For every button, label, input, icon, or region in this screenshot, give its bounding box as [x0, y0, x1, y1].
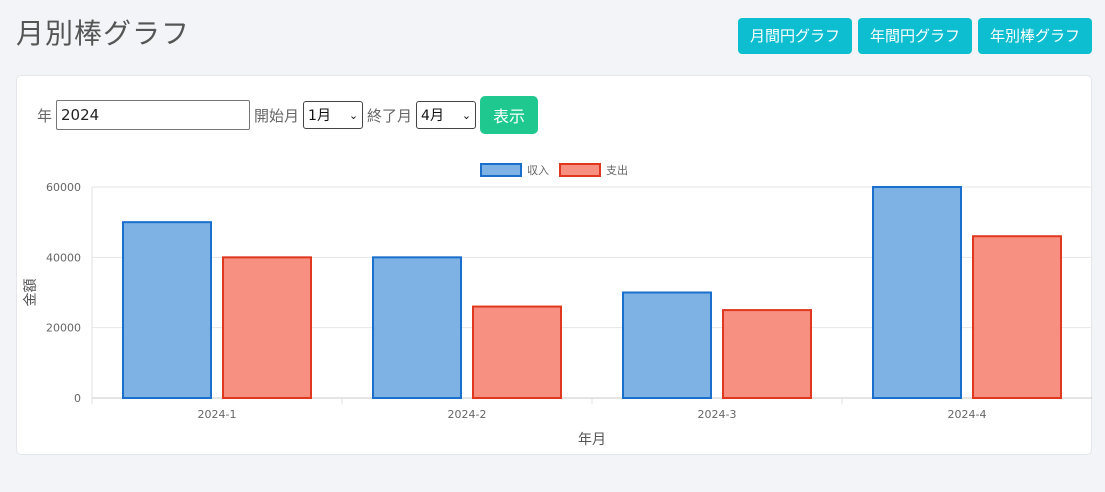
income-bar: [372, 256, 462, 399]
y-axis-title: 金額: [23, 279, 39, 307]
income-bar: [872, 186, 962, 399]
expense-bar: [972, 235, 1062, 399]
y-tick-label: 20000: [46, 322, 81, 335]
x-tick-label: 2024-4: [948, 408, 987, 421]
x-tick-label: 2024-2: [448, 408, 487, 421]
x-axis-title: 年月: [578, 432, 606, 448]
bar-chart: 0 20000 40000 60000 2024-1 2024-2 2024-3 2024-4…: [23, 163, 1092, 448]
x-tick-label: 2024-1: [198, 408, 237, 421]
expense-bar: [222, 256, 312, 399]
y-tick-label: 60000: [46, 181, 81, 194]
legend-expense-swatch: [559, 163, 601, 177]
income-bar: [622, 291, 712, 399]
y-tick-label: 0: [74, 392, 81, 405]
y-tick-label: 40000: [46, 251, 81, 264]
legend-expense-text: 支出: [606, 163, 628, 177]
legend-income-swatch: [480, 163, 522, 177]
yearly-bar-chart-button[interactable]: 年別棒グラフ: [977, 18, 1092, 54]
chart-card: 年 開始月 1月 ⌄ 終了月 4月 ⌄ 表示 02000040000600002…: [16, 75, 1092, 455]
nav-buttons: 月間円グラフ 年間円グラフ 年別棒グラフ: [737, 18, 1092, 54]
monthly-pie-chart-button[interactable]: 月間円グラフ: [737, 18, 852, 54]
income-bar: [122, 221, 212, 399]
header: 月別棒グラフ 月間円グラフ 年間円グラフ 年別棒グラフ: [0, 0, 1105, 66]
x-tick-label: 2024-3: [698, 408, 737, 421]
yearly-pie-chart-button[interactable]: 年間円グラフ: [857, 18, 972, 54]
page-title: 月別棒グラフ: [16, 17, 191, 50]
expense-bar: [722, 309, 812, 399]
expense-bar: [472, 305, 562, 399]
legend-income-text: 収入: [527, 164, 549, 177]
